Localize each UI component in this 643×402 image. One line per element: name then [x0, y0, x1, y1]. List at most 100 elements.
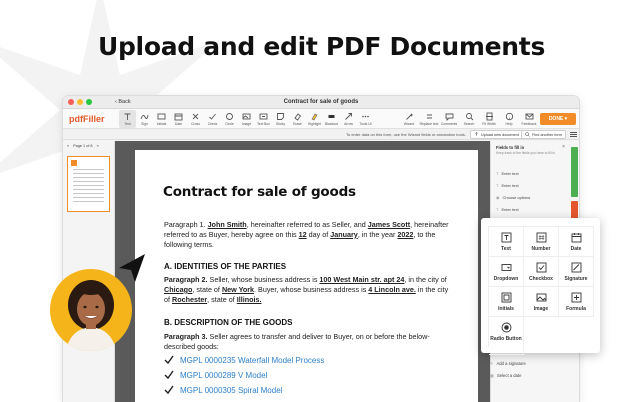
avatar	[50, 269, 132, 351]
select-date-item[interactable]: ▦ Select a date	[490, 373, 521, 378]
tool-label: Comments	[440, 122, 458, 126]
tool-label: Feedback	[521, 122, 537, 126]
tool-text-box[interactable]: Text Box	[255, 110, 272, 128]
seller-city-field[interactable]: Chicago	[164, 285, 192, 294]
tool-erase[interactable]: Erase	[289, 110, 306, 128]
tool-label: Date	[174, 122, 183, 126]
month-field[interactable]: January	[330, 230, 358, 239]
field-type-label: Signature	[564, 276, 588, 282]
add-signature-item[interactable]: ✎ Add a signature	[490, 361, 526, 366]
tool-text[interactable]: Text	[119, 110, 136, 128]
year-field[interactable]: 2022	[397, 230, 413, 239]
field-type-radio-button[interactable]: Radio Button	[489, 317, 524, 355]
tool-date[interactable]: Date	[170, 110, 187, 128]
checkmark-icon[interactable]	[164, 370, 174, 380]
tool-more[interactable]: Tools UI	[357, 110, 374, 128]
tool-image[interactable]: Image	[238, 110, 255, 128]
tool-search[interactable]: Search	[459, 110, 479, 128]
list-view-icon[interactable]	[570, 131, 577, 138]
comments-icon	[445, 113, 453, 121]
tool-feedback[interactable]: Feedback	[519, 110, 539, 128]
signature-field-icon: ✎	[490, 361, 494, 366]
field-item[interactable]: T Enter text	[496, 207, 519, 212]
field-type-text[interactable]: Text	[489, 227, 524, 257]
tool-highlight[interactable]: Highlight	[306, 110, 323, 128]
tool-label: Arrow	[344, 122, 353, 126]
page-headline: Upload and edit PDF Documents	[97, 32, 546, 61]
tool-circle[interactable]: Circle	[221, 110, 238, 128]
done-button[interactable]: DONE ▾	[540, 113, 576, 125]
tool-blackout[interactable]: Blackout	[323, 110, 340, 128]
tool-comments[interactable]: Comments	[439, 110, 459, 128]
field-type-checkbox[interactable]: Checkbox	[524, 257, 559, 287]
search-icon	[525, 132, 530, 137]
goods-item[interactable]: MGPL 0000289 V Model	[164, 370, 267, 380]
field-type-signature[interactable]: Signature	[559, 257, 594, 287]
tool-label: Erase	[293, 122, 302, 126]
tool-label: Blackout	[324, 122, 338, 126]
tool-sign[interactable]: Sign	[136, 110, 153, 128]
field-type-initials[interactable]: Initials	[489, 287, 524, 317]
field-type-formula[interactable]: Formula	[559, 287, 594, 317]
tool-initials[interactable]: Initials	[153, 110, 170, 128]
find-another-form-button[interactable]: Find another form	[521, 130, 566, 139]
document-title: Contract for sale of goods	[163, 184, 356, 200]
document-subbar: To enter data on this form, use the Wiza…	[63, 129, 579, 140]
buyer-address-field[interactable]: 4 Lincoln ave.	[368, 285, 416, 294]
document-page[interactable]: Contract for sale of goods Paragraph 1. …	[135, 150, 478, 402]
field-type-label: Radio Button	[490, 336, 522, 342]
sign-icon	[140, 114, 149, 120]
page-thumbnail[interactable]	[67, 156, 110, 212]
tool-cross[interactable]: Cross	[187, 110, 204, 128]
green-side-tab[interactable]	[571, 147, 578, 197]
goods-item-label: MGPL 0000305 Spiral Model	[180, 385, 283, 395]
buyer-city-field[interactable]: Rochester	[172, 295, 207, 304]
field-type-date[interactable]: Date	[559, 227, 594, 257]
tool-label: Check	[207, 122, 218, 126]
person-illustration	[66, 280, 116, 351]
tool-help[interactable]: Help	[499, 110, 519, 128]
tool-sticky[interactable]: Sticky	[272, 110, 289, 128]
field-type-label: Date	[570, 246, 582, 252]
field-type-image[interactable]: Image	[524, 287, 559, 317]
field-type-label: Formula	[566, 306, 586, 312]
day-field[interactable]: 12	[299, 230, 307, 239]
seller-address-field[interactable]: 100 West Main str. apt 24	[319, 275, 404, 284]
checkmark-icon[interactable]	[164, 355, 174, 365]
tool-check[interactable]: Check	[204, 110, 221, 128]
field-type-dropdown[interactable]: Dropdown	[489, 257, 524, 287]
goods-item-label: MGPL 0000235 Waterfall Model Process	[180, 355, 325, 365]
page-navigation: « Page 1 of 8 »	[67, 144, 99, 148]
fields-panel-title: Fields to fill in	[496, 145, 525, 150]
field-item[interactable]: T Enter text	[496, 171, 519, 176]
tool-label: Cross	[191, 122, 200, 126]
seller-name-field[interactable]: John Smith	[208, 220, 247, 229]
field-item[interactable]: ◉ Choose options	[496, 195, 530, 200]
field-type-label: Checkbox	[529, 276, 553, 282]
field-item[interactable]: T Enter text	[496, 183, 519, 188]
buyer-state-field[interactable]: Illinois.	[237, 295, 262, 304]
page-counter: Page 1 of 8	[73, 144, 93, 148]
next-page-icon[interactable]: »	[97, 144, 99, 148]
field-type-label: Dropdown	[493, 276, 519, 282]
date-field-type-icon	[571, 233, 581, 243]
tool-wizard[interactable]: Wizard	[399, 110, 419, 128]
seller-state-field[interactable]: New York	[222, 285, 254, 294]
annotation-tools: Text Sign Initials Date Cross Check Circle Imag…	[119, 110, 374, 128]
red-side-tab[interactable]	[571, 201, 578, 219]
checkmark-icon[interactable]	[164, 385, 174, 395]
upload-new-document-button[interactable]: Upload new document	[470, 130, 523, 139]
first-page-icon[interactable]: «	[67, 144, 69, 148]
buyer-name-field[interactable]: James Scott	[368, 220, 410, 229]
goods-item-label: MGPL 0000289 V Model	[180, 370, 268, 380]
fields-panel-subtitle: Keep track of the fields you have to fil…	[496, 151, 556, 155]
tool-arrow[interactable]: Arrow	[340, 110, 357, 128]
goods-item[interactable]: MGPL 0000305 Spiral Model	[164, 385, 282, 395]
tool-replace-text[interactable]: Replace text	[419, 110, 439, 128]
text-field-type-icon	[501, 232, 511, 243]
field-type-number[interactable]: Number	[524, 227, 559, 257]
goods-item[interactable]: MGPL 0000235 Waterfall Model Process	[164, 355, 324, 365]
tool-fit-width[interactable]: Fit Width	[479, 110, 499, 128]
upload-icon	[475, 132, 478, 136]
close-icon[interactable]: ×	[562, 144, 565, 150]
